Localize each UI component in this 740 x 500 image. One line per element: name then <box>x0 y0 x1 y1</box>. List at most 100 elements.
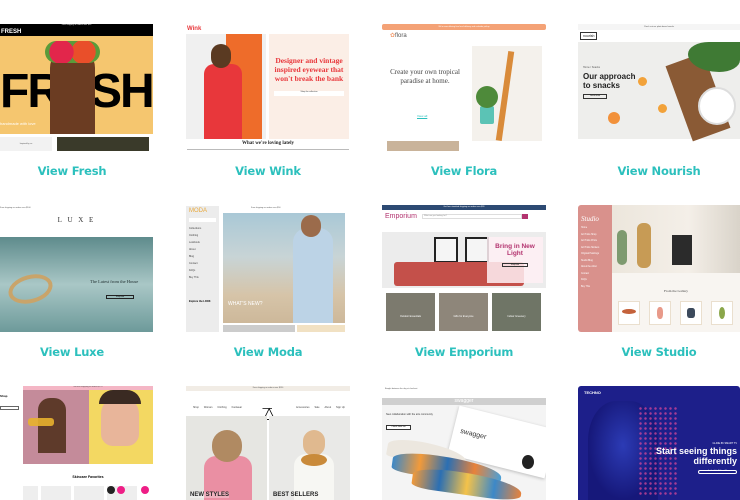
headline: Designer and vintage inspired eyewear th… <box>274 56 344 83</box>
divider <box>187 149 349 150</box>
sidebar-item[interactable]: Clothing <box>189 234 216 237</box>
search-button[interactable] <box>522 214 528 219</box>
tile-new-styles[interactable]: NEW STYLES <box>186 416 267 500</box>
nav-link[interactable]: Footwear <box>232 406 242 409</box>
hero: The Latest from the House Shop now <box>0 237 153 332</box>
theme-card-techno[interactable]: TECHNO GLIDE 8K SMART TV Start seeing th… <box>578 386 740 500</box>
view-wink-link[interactable]: View Wink <box>186 164 350 178</box>
sidebar-item[interactable]: Art Prints Stickers <box>581 247 609 249</box>
announcement-bar: Get free standard shipping on orders ove… <box>382 205 546 210</box>
headline: Create your own tropical paradise at hom… <box>390 68 460 85</box>
nav-link[interactable]: Accessories <box>296 406 309 409</box>
hero: New collaboration with the arts communit… <box>382 405 546 500</box>
view-studio-link[interactable]: View Studio <box>578 345 740 359</box>
headline: WHAT'S NEW? <box>228 301 263 307</box>
section-title: Skincare Favorites <box>72 475 104 479</box>
nav-link[interactable]: Shop <box>193 406 199 409</box>
logo[interactable]: FRESH <box>1 29 21 35</box>
search-input[interactable] <box>0 406 19 410</box>
search-input[interactable]: What are you looking for? <box>422 214 522 219</box>
plants-image <box>472 46 542 141</box>
hero-image <box>612 205 740 273</box>
nav-bar: swagger <box>382 398 546 405</box>
hero-panel: Designer and vintage inspired eyewear th… <box>269 34 349 139</box>
theme-card-boutique[interactable]: Free shipping on orders over $150 Shop Wo… <box>186 386 350 500</box>
theme-card-fresh[interactable]: Free shipping on orders over $50 FRESH F… <box>0 24 153 151</box>
sidebar-item[interactable]: About the Artist <box>581 266 609 268</box>
nav-link[interactable]: Sale <box>314 406 319 409</box>
nav-link[interactable]: About <box>325 406 332 409</box>
theme-card-moda[interactable]: MODA Collections Clothing Lookbook About Blo… <box>186 205 350 332</box>
nav-link[interactable]: Woman <box>204 406 213 409</box>
headline: Our approach to snacks <box>583 72 636 90</box>
hero: FRESH handmade with love <box>0 36 153 134</box>
theme-card-flora[interactable]: We're now offering free local delivery a… <box>382 24 546 151</box>
view-moda-link[interactable]: View Moda <box>186 345 350 359</box>
logo[interactable]: Studio <box>578 205 612 227</box>
logo[interactable]: ✿flora <box>390 32 407 39</box>
sidebar-item[interactable]: Original Paintings <box>581 253 609 255</box>
sidebar-item[interactable]: FAQs <box>581 279 609 281</box>
logo[interactable]: TECHNO <box>584 390 601 395</box>
sidebar-item[interactable]: Lookbook <box>189 241 216 244</box>
sidebar-item[interactable]: Contact <box>189 262 216 265</box>
logo[interactable]: MODA <box>186 206 219 216</box>
sidebar-item[interactable]: Collections <box>189 227 216 230</box>
sidebar-item[interactable]: Home <box>581 227 609 229</box>
model-image-2 <box>89 390 153 464</box>
sidebar-item[interactable]: Art Prints Prints <box>581 240 609 242</box>
sidebar-item[interactable]: FAQs <box>189 269 216 272</box>
logo[interactable]: Emporium <box>385 213 417 220</box>
view-all-link[interactable]: View all <box>417 114 427 118</box>
nav-link[interactable]: Sign Up <box>336 406 345 409</box>
theme-card-luxe[interactable]: Free shipping on orders over $100 L U X … <box>0 205 153 332</box>
tile-gifts: Gifts for Everyone <box>439 293 488 331</box>
flower-crown <box>45 41 100 63</box>
headline: The Latest from the House <box>90 279 139 284</box>
theme-card-nourish[interactable]: Check out our plant-based snacks nourish… <box>578 24 740 151</box>
view-nourish-link[interactable]: View Nourish <box>578 164 740 178</box>
view-luxe-link[interactable]: View Luxe <box>0 345 144 359</box>
hero: Bring in New Light Shop now <box>382 232 546 288</box>
logo[interactable]: L U X E <box>0 216 153 224</box>
logo[interactable]: swagger <box>382 398 546 404</box>
search-input[interactable] <box>189 218 216 222</box>
tile-outdoor: Outdoor Essentials <box>386 293 435 331</box>
sidebar-item[interactable]: Art Prints Shop <box>581 234 609 236</box>
nav-link[interactable]: Clothing <box>217 406 226 409</box>
hero-image: WHAT'S NEW? <box>223 213 345 323</box>
announcement-bar: Free shipping on orders over $150 <box>186 386 350 391</box>
sidebar-item[interactable]: Buy This <box>581 286 609 288</box>
sidebar-item[interactable]: About <box>189 248 216 251</box>
logo[interactable]: nourish <box>580 32 598 40</box>
cta-button[interactable]: Shop the collection <box>274 91 344 96</box>
logo[interactable]: Shop <box>0 394 8 398</box>
headline: Bring in New Light <box>495 243 535 257</box>
sidebar: Studio Home Art Prints Shop Art Prints Pri… <box>578 205 612 332</box>
shop-now-button[interactable]: Shop now <box>106 295 134 299</box>
section-title: From the Gallery <box>663 289 689 293</box>
theme-card-wink[interactable]: Wink Designer and vintage inspired eyewe… <box>186 24 350 151</box>
sidebar-item[interactable]: Buy This <box>189 276 216 279</box>
tile-indoor: Indoor Greenery <box>492 293 541 331</box>
view-emporium-link[interactable]: View Emporium <box>382 345 546 359</box>
view-fresh-link[interactable]: View Fresh <box>0 164 144 178</box>
model-image-1 <box>23 390 89 464</box>
sidebar-item[interactable]: Studio Blog <box>581 260 609 262</box>
sidebar-item[interactable]: Contact <box>581 273 609 275</box>
theme-card-swagger[interactable]: Bought between the day at checkout swagg… <box>382 386 546 500</box>
theme-card-emporium[interactable]: Get free standard shipping on orders ove… <box>382 205 546 332</box>
tile-best-sellers[interactable]: BEST SELLERS <box>269 416 350 500</box>
hero-image <box>186 34 266 139</box>
view-flora-link[interactable]: View Flora <box>382 164 546 178</box>
announcement-bar: We're now offering free local delivery a… <box>382 24 546 30</box>
theme-card-beauty[interactable]: Shop Get free shipping on orders $75+ Sk… <box>0 386 153 500</box>
learn-more-button[interactable]: Learn more <box>583 94 607 99</box>
flowers-image <box>57 137 149 151</box>
logo[interactable]: Wink <box>187 26 201 32</box>
hanger-logo[interactable]: △ <box>262 403 275 422</box>
hero: Home / Snacks Our approach to snacks Lea… <box>578 42 740 142</box>
headline: Start seeing things differently <box>655 446 737 466</box>
theme-card-studio[interactable]: Studio Home Art Prints Shop Art Prints Pri… <box>578 205 740 332</box>
sidebar-item[interactable]: Blog <box>189 255 216 258</box>
